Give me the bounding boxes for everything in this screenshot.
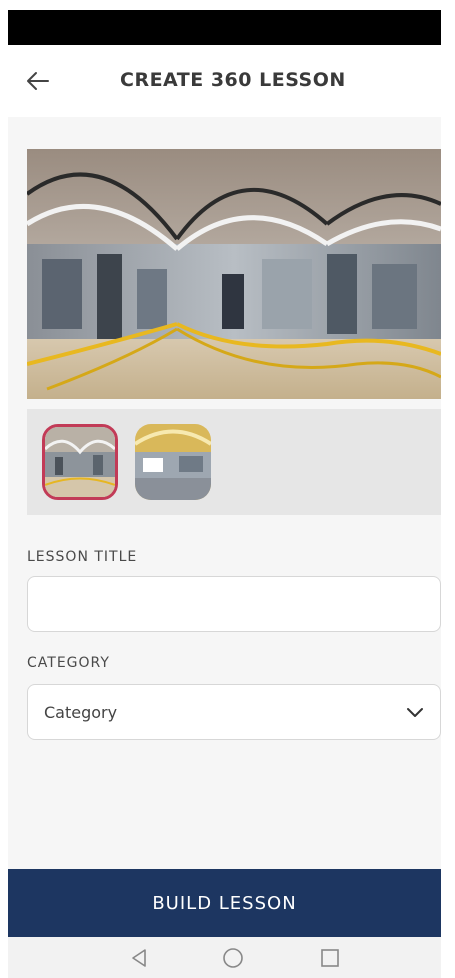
category-value: Category [44,703,118,722]
lesson-title-input[interactable] [28,577,440,631]
screen: CREATE 360 LESSON LESSON TITLE CATEGORY … [0,0,455,978]
square-recents-icon[interactable] [319,947,341,969]
category-select[interactable]: Category [27,684,441,740]
page-title: CREATE 360 LESSON [120,69,346,91]
circle-home-icon[interactable] [222,947,244,969]
hero-panorama-image [27,149,441,399]
thumbnail-strip [27,409,441,515]
category-label: CATEGORY [27,655,110,671]
app-bar: CREATE 360 LESSON [8,45,441,117]
arrow-left-icon [27,72,49,90]
system-navigation-bar [8,937,441,978]
back-button[interactable] [24,67,52,95]
triangle-back-icon[interactable] [128,947,150,969]
chevron-down-icon [407,708,423,717]
lesson-title-field[interactable] [27,576,441,632]
thumbnail-lab-panorama[interactable] [42,424,118,500]
build-lesson-button[interactable]: BUILD LESSON [8,869,441,937]
thumbnail-workshop-panorama[interactable] [135,424,211,500]
status-bar [8,10,441,45]
content-area: LESSON TITLE CATEGORY Category [8,117,441,869]
lesson-title-label: LESSON TITLE [27,549,138,565]
